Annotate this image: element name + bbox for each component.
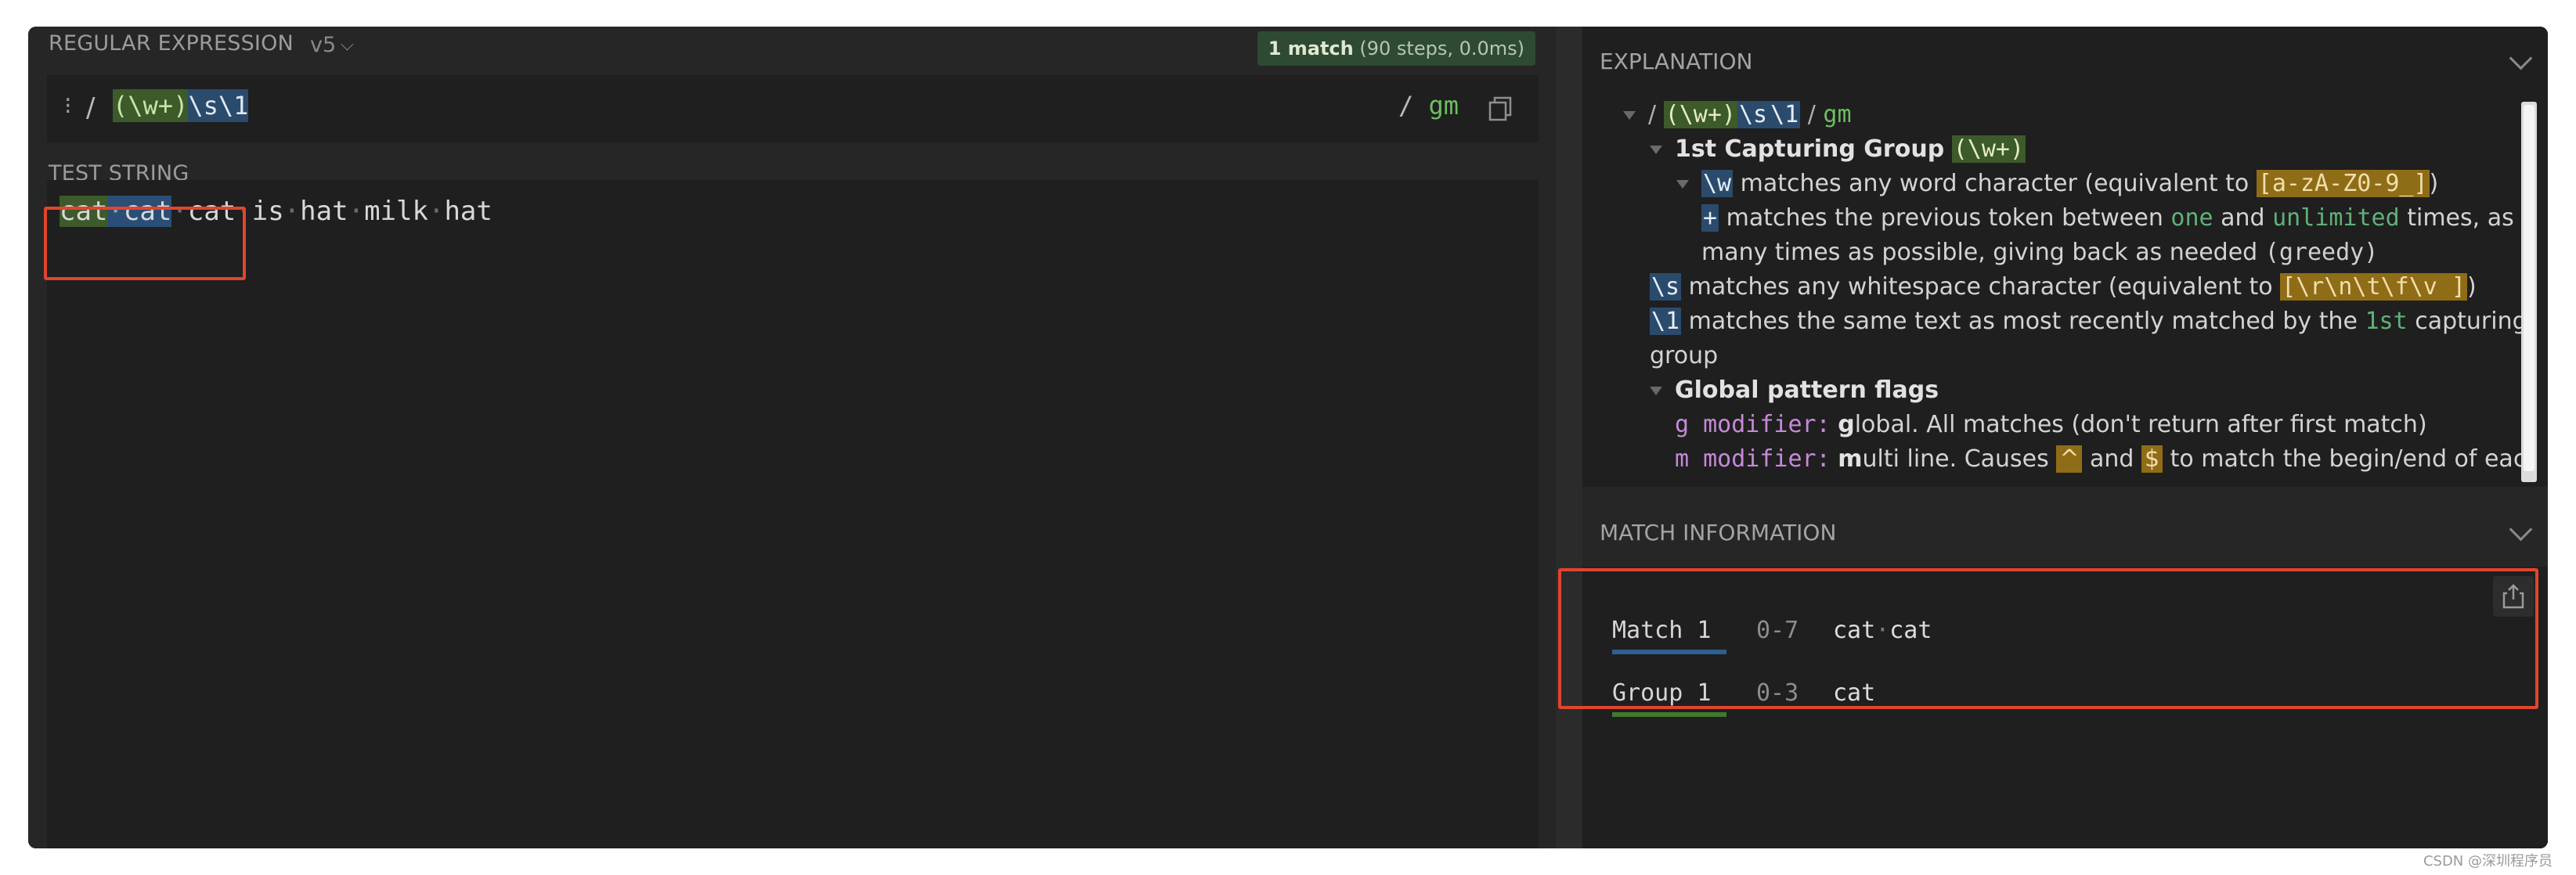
- group-color-underline: [1612, 712, 1726, 717]
- explanation-flags[interactable]: Global pattern flags: [1650, 374, 1939, 407]
- explanation-whitespace: \s matches any whitespace character (equ…: [1650, 273, 2477, 301]
- tree-toggle-icon[interactable]: [1650, 146, 1662, 154]
- tree-toggle-icon[interactable]: [1650, 387, 1662, 395]
- version-label: v5: [310, 33, 337, 57]
- regex-delimiter-open: /: [86, 92, 96, 124]
- tree-toggle-icon[interactable]: [1676, 180, 1689, 189]
- test-word: milk: [364, 196, 428, 227]
- explanation-flag-g: g modifier: global. All matches (don't r…: [1675, 411, 2427, 438]
- test-word: hat: [300, 196, 348, 227]
- match-count: 1 match: [1268, 38, 1354, 59]
- regex-delimiter-close: /: [1398, 91, 1414, 121]
- explanation-word-char: \w matches any word character (equivalen…: [1676, 167, 2438, 200]
- watermark: CSDN @深圳程序员: [2423, 853, 2553, 870]
- test-string-editor[interactable]: cat·cat·cat·is·hat·milk·hat: [47, 180, 1539, 848]
- explanation-backref: \1 matches the same text as most recentl…: [1650, 308, 2522, 335]
- explanation-title: EXPLANATION: [1600, 49, 1753, 74]
- tree-toggle-icon[interactable]: [1623, 111, 1636, 120]
- sidebar-pane: EXPLANATION / (\w+) \s \1 / gm 1st Capturi…: [1582, 27, 2548, 848]
- collapse-chevron-icon[interactable]: [2509, 517, 2533, 542]
- pane-divider[interactable]: [1556, 27, 1582, 848]
- version-selector[interactable]: v5 ⌵: [310, 33, 354, 57]
- annotation-highlight-test-string: [44, 207, 246, 280]
- editor-pane: REGULAR EXPRESSION v5 ⌵ 1 match (90 steps…: [28, 27, 1556, 848]
- chevron-down-icon: ⌵: [341, 35, 354, 55]
- explanation-root[interactable]: / (\w+) \s \1 / gm: [1623, 99, 1852, 131]
- test-word: hat: [444, 196, 492, 227]
- regex-section-title: REGULAR EXPRESSION: [49, 31, 294, 56]
- regex-token-backref: \1: [218, 89, 249, 122]
- copy-icon[interactable]: [1487, 95, 1515, 122]
- regex101-window: REGULAR EXPRESSION v5 ⌵ 1 match (90 steps…: [28, 27, 2548, 848]
- scrollbar-thumb[interactable]: [2524, 105, 2535, 471]
- collapse-chevron-icon[interactable]: [2509, 46, 2533, 70]
- explanation-flag-m: m modifier: multi line. Causes ^ and $ t…: [1675, 445, 2522, 473]
- flags-value: gm: [1428, 91, 1459, 121]
- annotation-highlight-match-info: [1558, 568, 2538, 709]
- explanation-tree: / (\w+) \s \1 / gm 1st Capturing Group (\w…: [1582, 99, 2522, 487]
- explanation-quantifier: + matches the previous token between one…: [1701, 204, 2514, 232]
- match-info-title: MATCH INFORMATION: [1600, 520, 1837, 546]
- explanation-panel: EXPLANATION / (\w+) \s \1 / gm 1st Capturi…: [1582, 27, 2548, 487]
- explanation-group1[interactable]: 1st Capturing Group (\w+): [1650, 133, 2026, 166]
- regex-flags[interactable]: / gm: [1398, 91, 1459, 121]
- explanation-backref-cont: group: [1650, 342, 1719, 369]
- regex-token-whitespace: \s: [188, 89, 218, 122]
- explanation-quantifier-cont: many times as possible, giving back as n…: [1701, 239, 2379, 266]
- regex-input[interactable]: ⁝ / (\w+)\s\1 / gm: [47, 75, 1539, 142]
- regex-token-group: (\w+): [113, 89, 189, 122]
- test-word: is: [251, 196, 284, 227]
- match-steps: (90 steps, 0.0ms): [1359, 38, 1524, 59]
- explanation-scrollbar[interactable]: [2521, 102, 2537, 482]
- match-status-badge: 1 match (90 steps, 0.0ms): [1257, 31, 1535, 66]
- regex-pattern[interactable]: (\w+)\s\1: [113, 89, 249, 122]
- drag-handle-icon[interactable]: ⁝: [64, 92, 72, 120]
